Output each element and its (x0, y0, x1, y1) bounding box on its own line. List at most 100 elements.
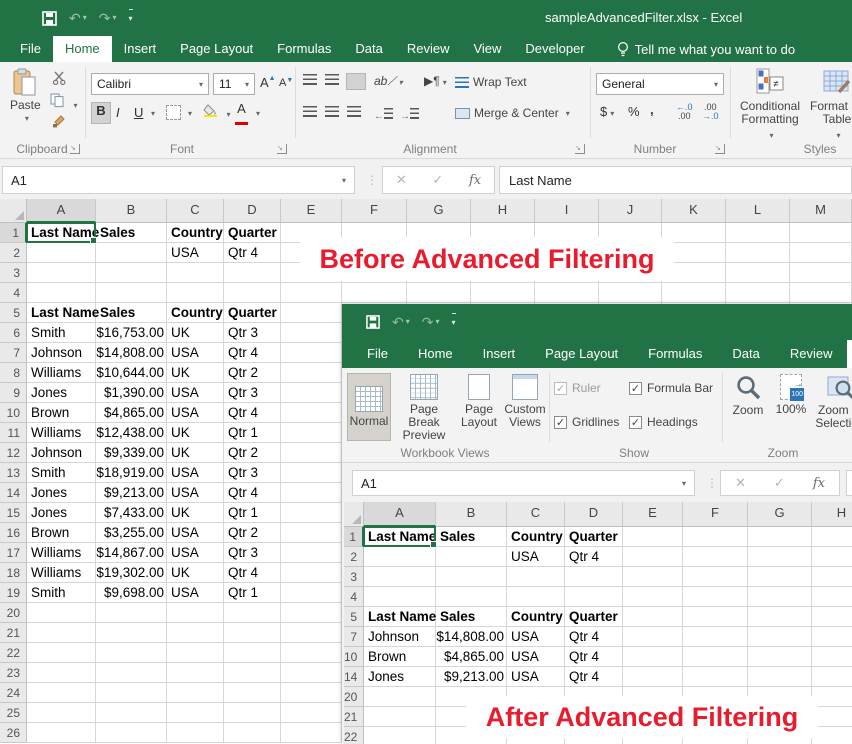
decrease-decimal-button[interactable]: .00→.0 (702, 103, 719, 121)
row-header-7[interactable]: 7 (344, 627, 364, 647)
cell-A7[interactable]: Johnson (364, 627, 436, 647)
borders-dropdown-icon[interactable]: ▾ (188, 109, 192, 118)
cell-B12[interactable]: $9,339.00 (96, 443, 167, 463)
cell-D7[interactable]: Qtr 4 (224, 343, 281, 363)
overlay-enter-icon[interactable]: ✓ (774, 475, 785, 491)
number-dialog-launcher[interactable]: ↘ (715, 144, 725, 154)
font-name-combo[interactable]: Calibri▾ (91, 73, 209, 95)
tab-file[interactable]: File (8, 36, 53, 62)
cell-B14[interactable]: $9,213.00 (96, 483, 167, 503)
copy-icon[interactable]: ▾ (50, 93, 77, 113)
cell-A11[interactable]: Williams (27, 423, 96, 443)
cell-A7[interactable]: Johnson (27, 343, 96, 363)
cell-A17[interactable]: Williams (27, 543, 96, 563)
row-header-24[interactable]: 24 (0, 683, 27, 703)
row-header-2[interactable]: 2 (0, 243, 27, 263)
overlay-tab-data[interactable]: Data (717, 340, 774, 368)
row-header-4[interactable]: 4 (0, 283, 27, 303)
cell-A18[interactable]: Williams (27, 563, 96, 583)
name-box[interactable]: A1▾ (2, 166, 355, 194)
cell-A10[interactable]: Brown (364, 647, 436, 667)
decrease-indent-icon[interactable]: ← (374, 106, 393, 124)
cell-A6[interactable]: Smith (27, 323, 96, 343)
tab-insert[interactable]: Insert (112, 36, 169, 62)
row-header-7[interactable]: 7 (0, 343, 27, 363)
row-header-3[interactable]: 3 (344, 567, 364, 587)
cell-C12[interactable]: UK (167, 443, 224, 463)
cell-D2[interactable]: Qtr 4 (565, 547, 623, 567)
cell-C7[interactable]: USA (507, 627, 565, 647)
align-middle-icon[interactable] (325, 74, 339, 85)
cell-A15[interactable]: Jones (27, 503, 96, 523)
row-header-1[interactable]: 1 (0, 223, 27, 243)
align-right-icon[interactable] (347, 106, 361, 117)
tab-developer[interactable]: Developer (513, 36, 596, 62)
cell-D16[interactable]: Qtr 2 (224, 523, 281, 543)
row-header-21[interactable]: 21 (0, 623, 27, 643)
cell-B9[interactable]: $1,390.00 (96, 383, 167, 403)
wrap-text-button[interactable]: Wrap Text (455, 75, 527, 89)
tab-review[interactable]: Review (395, 36, 462, 62)
column-header-G[interactable]: G (407, 199, 471, 223)
cell-C13[interactable]: USA (167, 463, 224, 483)
row-header-6[interactable]: 6 (0, 323, 27, 343)
cell-A14[interactable]: Jones (27, 483, 96, 503)
row-header-25[interactable]: 25 (0, 703, 27, 723)
percent-button[interactable]: % (628, 104, 640, 119)
paste-button[interactable]: Paste ▾ (10, 68, 41, 123)
overlay-redo-icon[interactable]: ↷▾ (422, 314, 440, 330)
column-header-K[interactable]: K (662, 199, 726, 223)
cell-D7[interactable]: Qtr 4 (565, 627, 623, 647)
cell-A5[interactable]: Last Name (27, 303, 96, 323)
cell-C5[interactable]: Country (167, 303, 224, 323)
overlay-tab-formulas[interactable]: Formulas (633, 340, 717, 368)
cell-C10[interactable]: USA (507, 647, 565, 667)
increase-indent-icon[interactable]: → (400, 106, 419, 124)
cell-A8[interactable]: Williams (27, 363, 96, 383)
overlay-insert-function-icon[interactable]: fx (813, 476, 825, 491)
cell-B5[interactable]: Sales (96, 303, 167, 323)
tab-home[interactable]: Home (53, 36, 112, 62)
conditional-formatting-button[interactable]: ≠ Conditional Formatting ▾ (740, 67, 800, 142)
overlay-name-box-dropdown-icon[interactable]: ▾ (682, 479, 686, 488)
merge-center-button[interactable]: Merge & Center ▾ (455, 106, 570, 120)
row-header-15[interactable]: 15 (0, 503, 27, 523)
cell-C10[interactable]: USA (167, 403, 224, 423)
row-header-5[interactable]: 5 (0, 303, 27, 323)
align-bottom-icon[interactable] (347, 74, 365, 89)
cell-D13[interactable]: Qtr 3 (224, 463, 281, 483)
tell-me-box[interactable]: Tell me what you want to do (607, 36, 805, 62)
cell-C19[interactable]: USA (167, 583, 224, 603)
cell-C2[interactable]: USA (167, 243, 224, 263)
custom-views-button[interactable]: Custom Views (502, 374, 548, 429)
column-header-F[interactable]: F (683, 502, 748, 527)
row-header-14[interactable]: 14 (344, 667, 364, 687)
paste-dropdown-icon[interactable]: ▾ (25, 114, 29, 123)
cell-C14[interactable]: USA (507, 667, 565, 687)
gridlines-checkbox[interactable]: ✓Gridlines (554, 415, 619, 429)
cell-D5[interactable]: Quarter (224, 303, 281, 323)
cell-B7[interactable]: $14,808.00 (436, 627, 507, 647)
column-header-M[interactable]: M (790, 199, 852, 223)
column-header-B[interactable]: B (96, 199, 167, 223)
row-header-2[interactable]: 2 (344, 547, 364, 567)
row-header-10[interactable]: 10 (0, 403, 27, 423)
column-header-B[interactable]: B (436, 502, 507, 527)
customize-qat-icon[interactable]: ▾ (129, 9, 133, 27)
cell-D17[interactable]: Qtr 3 (224, 543, 281, 563)
cell-D18[interactable]: Qtr 4 (224, 563, 281, 583)
tab-formulas[interactable]: Formulas (265, 36, 343, 62)
cell-C11[interactable]: UK (167, 423, 224, 443)
row-header-1[interactable]: 1 (344, 527, 364, 547)
cell-D1[interactable]: Quarter (565, 527, 623, 547)
overlay-tab-review[interactable]: Review (775, 340, 848, 368)
cell-B10[interactable]: $4,865.00 (96, 403, 167, 423)
row-header-4[interactable]: 4 (344, 587, 364, 607)
column-header-D[interactable]: D (565, 502, 623, 527)
cell-C16[interactable]: USA (167, 523, 224, 543)
cell-A16[interactable]: Brown (27, 523, 96, 543)
cell-D5[interactable]: Quarter (565, 607, 623, 627)
normal-view-button[interactable]: Normal (348, 374, 390, 440)
column-header-G[interactable]: G (748, 502, 812, 527)
cell-C8[interactable]: UK (167, 363, 224, 383)
